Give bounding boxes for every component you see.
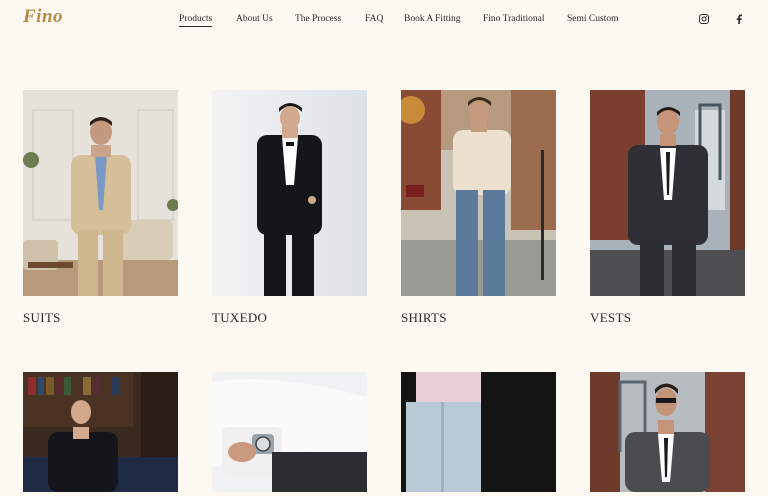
product-label-suits[interactable]: SUITS	[23, 310, 61, 326]
nav-item-the-process[interactable]: The Process	[295, 14, 341, 26]
nav-item-fino-traditional[interactable]: Fino Traditional	[483, 14, 545, 26]
nav-item-book-a-fitting[interactable]: Book A Fitting	[404, 14, 461, 26]
nav-item-semi-custom[interactable]: Semi Custom	[567, 14, 618, 26]
product-label-vests[interactable]: VESTS	[590, 310, 631, 326]
product-card-8[interactable]	[590, 372, 745, 496]
product-card-vests[interactable]: VESTS	[590, 90, 745, 325]
brand-logo[interactable]: Fino	[23, 6, 63, 28]
product-card-shirts[interactable]: SHIRTS	[397, 90, 556, 325]
shirts-photo[interactable]	[397, 90, 556, 296]
tuxedo-photo[interactable]	[212, 90, 367, 296]
product-card-6[interactable]	[212, 372, 367, 496]
product-card-7[interactable]	[401, 372, 556, 496]
product-photo-5[interactable]	[23, 372, 178, 492]
product-label-tuxedo[interactable]: TUXEDO	[212, 310, 267, 326]
product-card-5[interactable]	[23, 372, 178, 496]
product-photo-8[interactable]	[590, 372, 745, 492]
product-card-suits[interactable]: SUITS	[23, 90, 179, 325]
product-photo-7[interactable]	[401, 372, 556, 492]
site-header: Fino Products About Us The Process FAQ B…	[0, 0, 768, 40]
nav-item-products[interactable]: Products	[179, 14, 213, 27]
suits-photo[interactable]	[23, 90, 179, 296]
product-photo-6[interactable]	[212, 372, 367, 492]
product-label-shirts[interactable]: SHIRTS	[401, 310, 447, 326]
facebook-icon[interactable]	[733, 13, 745, 25]
vests-photo[interactable]	[590, 90, 745, 296]
instagram-icon[interactable]	[698, 13, 710, 25]
nav-item-about-us[interactable]: About Us	[236, 14, 273, 26]
product-card-tuxedo[interactable]: TUXEDO	[212, 90, 367, 325]
nav-item-faq[interactable]: FAQ	[365, 14, 383, 26]
